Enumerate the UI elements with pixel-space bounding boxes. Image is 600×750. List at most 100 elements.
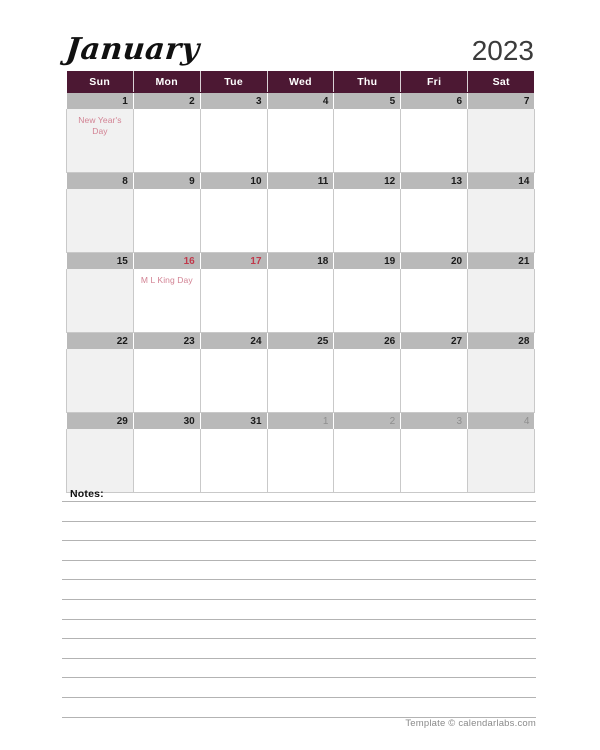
- notes-label: Notes:: [70, 488, 104, 500]
- notes-line[interactable]: [62, 561, 536, 581]
- weekday-header-tue: Tue: [200, 71, 268, 93]
- day-cell[interactable]: [66, 349, 134, 413]
- notes-lines: [62, 502, 536, 718]
- day-cell[interactable]: [467, 349, 535, 413]
- day-cell[interactable]: [267, 269, 335, 333]
- calendar-number-row: 8 9 10 11 12 13 14: [66, 172, 535, 189]
- day-cell[interactable]: [66, 429, 134, 493]
- day-cell[interactable]: [200, 349, 268, 413]
- calendar-number-row: 15 16 17 18 19 20 21: [66, 252, 535, 269]
- day-number[interactable]: 13: [400, 172, 469, 189]
- day-cell[interactable]: [267, 349, 335, 413]
- notes-line[interactable]: [62, 541, 536, 561]
- calendar-page: January 2023 Sun Mon Tue Wed Thu Fri Sat…: [0, 0, 600, 750]
- calendar-week-row: [66, 189, 535, 253]
- day-number[interactable]: 12: [333, 172, 402, 189]
- weekday-header-fri: Fri: [400, 71, 469, 93]
- day-number[interactable]: 21: [467, 252, 535, 269]
- weekday-header-row: Sun Mon Tue Wed Thu Fri Sat: [66, 71, 535, 93]
- day-cell[interactable]: [400, 269, 469, 333]
- notes-line[interactable]: [62, 639, 536, 659]
- day-number[interactable]: 1: [66, 92, 134, 109]
- day-cell[interactable]: [200, 429, 268, 493]
- day-cell[interactable]: [467, 189, 535, 253]
- day-cell[interactable]: [133, 189, 201, 253]
- day-cell[interactable]: [267, 189, 335, 253]
- day-number[interactable]: 5: [333, 92, 402, 109]
- day-cell[interactable]: M L King Day: [133, 269, 201, 333]
- day-number[interactable]: 24: [200, 332, 268, 349]
- day-cell[interactable]: [200, 109, 268, 173]
- day-number[interactable]: 27: [400, 332, 469, 349]
- day-cell[interactable]: [200, 189, 268, 253]
- day-number[interactable]: 28: [467, 332, 535, 349]
- day-number[interactable]: 29: [66, 412, 134, 429]
- notes-line[interactable]: [62, 600, 536, 620]
- day-cell[interactable]: [467, 269, 535, 333]
- day-number[interactable]: 8: [66, 172, 134, 189]
- day-number[interactable]: 4: [267, 92, 335, 109]
- day-cell[interactable]: [133, 429, 201, 493]
- day-number[interactable]: 14: [467, 172, 535, 189]
- notes-first-line[interactable]: Notes:: [62, 485, 536, 502]
- day-number[interactable]: 3: [400, 412, 469, 429]
- calendar-title-row: January 2023: [64, 24, 534, 67]
- day-cell[interactable]: [467, 109, 535, 173]
- day-number[interactable]: 30: [133, 412, 201, 429]
- weekday-header-mon: Mon: [133, 71, 201, 93]
- holiday-label: M L King Day: [140, 275, 193, 285]
- day-number[interactable]: 3: [200, 92, 268, 109]
- day-cell[interactable]: [333, 429, 402, 493]
- notes-line[interactable]: [62, 620, 536, 640]
- day-cell[interactable]: New Year's Day: [66, 109, 134, 173]
- day-number[interactable]: 9: [133, 172, 201, 189]
- day-number[interactable]: 16: [133, 252, 201, 269]
- weekday-header-wed: Wed: [267, 71, 335, 93]
- day-number[interactable]: 23: [133, 332, 201, 349]
- day-number[interactable]: 2: [333, 412, 402, 429]
- day-number[interactable]: 18: [267, 252, 335, 269]
- day-cell[interactable]: [400, 429, 469, 493]
- day-number[interactable]: 10: [200, 172, 268, 189]
- notes-line[interactable]: [62, 580, 536, 600]
- day-number[interactable]: 26: [333, 332, 402, 349]
- day-cell[interactable]: [66, 269, 134, 333]
- day-number[interactable]: 1: [267, 412, 335, 429]
- day-cell[interactable]: [400, 109, 469, 173]
- day-number[interactable]: 11: [267, 172, 335, 189]
- day-cell[interactable]: [200, 269, 268, 333]
- day-number[interactable]: 4: [467, 412, 535, 429]
- day-number[interactable]: 25: [267, 332, 335, 349]
- day-number[interactable]: 19: [333, 252, 402, 269]
- day-number[interactable]: 6: [400, 92, 469, 109]
- notes-line[interactable]: [62, 698, 536, 718]
- notes-line[interactable]: [62, 522, 536, 542]
- day-cell[interactable]: [267, 109, 335, 173]
- day-cell[interactable]: [400, 189, 469, 253]
- weekday-header-thu: Thu: [333, 71, 402, 93]
- notes-line[interactable]: [62, 502, 536, 522]
- day-cell[interactable]: [133, 109, 201, 173]
- day-cell[interactable]: [333, 349, 402, 413]
- footer-credit: Template © calendarlabs.com: [405, 718, 536, 729]
- day-cell[interactable]: [400, 349, 469, 413]
- day-cell[interactable]: [267, 429, 335, 493]
- calendar-week-row: [66, 349, 535, 413]
- day-number[interactable]: 20: [400, 252, 469, 269]
- day-number[interactable]: 31: [200, 412, 268, 429]
- day-number[interactable]: 22: [66, 332, 134, 349]
- day-cell[interactable]: [333, 269, 402, 333]
- holiday-label: New Year's Day: [78, 115, 122, 136]
- day-cell[interactable]: [333, 189, 402, 253]
- notes-line[interactable]: [62, 659, 536, 679]
- day-number[interactable]: 7: [467, 92, 535, 109]
- day-cell[interactable]: [133, 349, 201, 413]
- day-cell[interactable]: [467, 429, 535, 493]
- day-number[interactable]: 15: [66, 252, 134, 269]
- calendar-grid: Sun Mon Tue Wed Thu Fri Sat 1 2 3 4 5 6 7 New Y…: [66, 71, 535, 493]
- day-cell[interactable]: [66, 189, 134, 253]
- day-cell[interactable]: [333, 109, 402, 173]
- notes-line[interactable]: [62, 678, 536, 698]
- day-number[interactable]: 2: [133, 92, 201, 109]
- day-number[interactable]: 17: [200, 252, 268, 269]
